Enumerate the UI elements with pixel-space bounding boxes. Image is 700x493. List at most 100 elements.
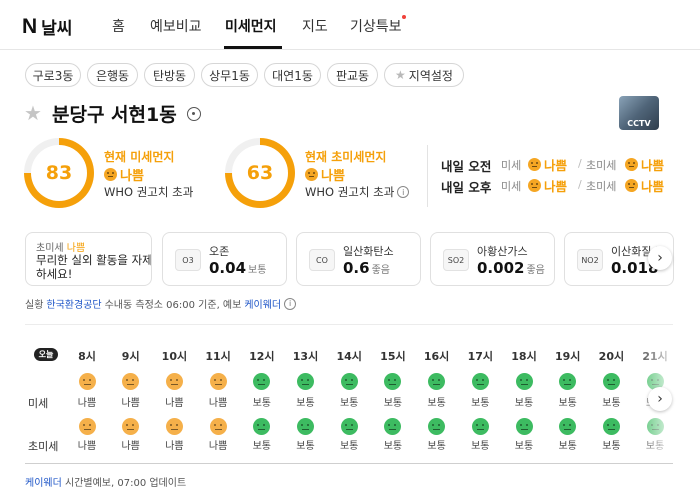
tomorrow-pm-fine-type: 초미세: [586, 180, 617, 193]
hour-label: 11시: [205, 350, 231, 363]
bad-face-icon: [625, 179, 638, 192]
star-icon: ★: [395, 68, 406, 82]
bad-face-icon: [122, 418, 140, 435]
pm25-value: 63: [232, 145, 288, 201]
gas-grade: 보통: [248, 265, 267, 276]
pm25-grade-cell: 보통: [602, 441, 621, 452]
cctv-thumbnail[interactable]: CCTV: [619, 96, 659, 130]
section-divider: [427, 145, 428, 207]
gas-value-number: 0.002: [477, 259, 525, 277]
source-text: 수내동 측정소 06:00 기준, 예보: [104, 300, 242, 311]
region-settings-button[interactable]: ★ 지역설정: [384, 63, 464, 87]
normal-face-icon: [428, 418, 446, 435]
brand-logo[interactable]: N 날씨: [22, 14, 73, 40]
gas-code-badge: SO2: [443, 249, 469, 271]
pm25-who-note: WHO 권고치 초과 i: [305, 184, 410, 200]
bad-face-icon: [625, 158, 638, 171]
gas-code-badge: NO2: [577, 249, 603, 271]
source-agency-link[interactable]: 한국환경공단: [46, 296, 101, 311]
tomorrow-am-fine-grade: 나쁨: [625, 155, 664, 174]
pm25-grade-cell: 보통: [471, 441, 490, 452]
hour-label: 13시: [292, 350, 319, 363]
tomorrow-am-pm-type: 미세: [501, 159, 522, 172]
region-settings-label: 지역설정: [408, 68, 453, 83]
gas-grade: 좋음: [526, 265, 545, 276]
region-chip[interactable]: 탄방동: [144, 63, 195, 87]
gas-value-number: 0.6: [343, 259, 370, 277]
hour-label: 19시: [554, 350, 581, 363]
gas-card-co[interactable]: CO 일산화탄소 0.6 좋음: [296, 232, 421, 286]
current-location-icon[interactable]: [187, 107, 201, 121]
pm10-grade-cell: 보통: [471, 398, 490, 409]
tab-home[interactable]: 홈: [112, 16, 125, 36]
gas-code-badge: O3: [175, 249, 201, 271]
hour-label: 15시: [380, 350, 406, 363]
tomorrow-am-label: 내일 오전: [441, 159, 492, 174]
gas-card-so2[interactable]: SO2 아황산가스 0.002 좋음: [430, 232, 555, 286]
tomorrow-am-fine-type: 초미세: [586, 159, 617, 172]
hourly-next-button[interactable]: ›: [648, 387, 672, 411]
region-chip[interactable]: 판교동: [327, 63, 378, 87]
tab-weather-warning[interactable]: 기상특보: [350, 16, 402, 36]
hour-label: 14시: [336, 350, 362, 363]
section-separator: [25, 324, 673, 325]
region-chip[interactable]: 은행동: [87, 63, 138, 87]
cards-next-button[interactable]: ›: [648, 246, 672, 270]
bad-face-icon: [78, 418, 96, 435]
pm25-grade-cell: 보통: [252, 441, 271, 452]
region-chip[interactable]: 대연1동: [264, 63, 321, 87]
brand-title: 날씨: [41, 19, 73, 39]
update-forecaster-link[interactable]: 케이웨더: [25, 478, 62, 489]
normal-face-icon: [515, 418, 533, 435]
tab-forecast-compare[interactable]: 예보비교: [150, 16, 202, 36]
bad-face-icon: [528, 179, 541, 192]
gas-card-o3[interactable]: O3 오존 0.04 보통: [162, 232, 287, 286]
pm10-label: 현재 미세먼지: [104, 150, 175, 164]
pm10-gauge: 83: [24, 138, 94, 208]
hour-label: 18시: [511, 350, 537, 363]
grade-text: 나쁨: [641, 179, 665, 194]
gas-value: 0.6 좋음: [343, 259, 390, 277]
advice-card[interactable]: 초미세 나쁨 무리한 실외 활동을 자제하세요!: [25, 232, 152, 286]
tab-fine-dust[interactable]: 미세먼지: [225, 16, 277, 36]
gas-name: 오존: [209, 245, 230, 258]
naver-logo-mark: N: [22, 14, 38, 38]
cctv-label: CCTV: [627, 119, 651, 128]
row-label-pm10: 미세: [28, 397, 49, 410]
normal-face-icon: [384, 418, 402, 435]
advice-type: 초미세 나쁨: [36, 239, 85, 254]
gas-code-badge: CO: [309, 249, 335, 271]
separator-slash: /: [578, 178, 582, 191]
pm10-grade-cell: 나쁨: [165, 398, 184, 409]
normal-face-icon: [340, 418, 358, 435]
gas-value: 0.04 보통: [209, 259, 266, 277]
pm25-grade-cell: 보통: [339, 441, 359, 452]
section-separator: [25, 463, 673, 464]
grade-text: 나쁨: [544, 158, 568, 173]
pm25-grade-text: 나쁨: [321, 169, 345, 184]
update-info: 케이웨더 시간별예보, 07:00 업데이트: [25, 474, 186, 489]
region-chip[interactable]: 상무1동: [201, 63, 258, 87]
info-icon[interactable]: i: [397, 186, 410, 198]
gas-value: 0.002 좋음: [477, 259, 545, 277]
bad-face-icon: [165, 373, 183, 390]
pm10-value: 83: [31, 145, 87, 201]
source-forecaster-link[interactable]: 케이웨더: [244, 296, 281, 311]
bad-face-icon: [78, 373, 96, 390]
normal-face-icon: [471, 418, 489, 435]
normal-face-icon: [384, 373, 402, 390]
normal-face-icon: [297, 418, 314, 435]
bad-face-icon: [209, 418, 227, 435]
info-icon[interactable]: i: [284, 297, 297, 310]
tomorrow-pm-label: 내일 오후: [441, 180, 492, 195]
update-text: 시간별예보, 07:00 업데이트: [65, 478, 187, 489]
pm25-who-text: WHO 권고치 초과: [305, 185, 395, 199]
pm10-who-note: WHO 권고치 초과: [104, 184, 193, 200]
tab-map[interactable]: 지도: [302, 16, 328, 36]
region-chip[interactable]: 구로3동: [25, 63, 81, 87]
hour-label: 12시: [249, 350, 275, 363]
favorite-star-icon[interactable]: ★: [24, 101, 42, 125]
hour-label: 20시: [598, 350, 625, 363]
today-badge: 오늘: [34, 348, 58, 361]
normal-face-icon: [253, 373, 271, 390]
